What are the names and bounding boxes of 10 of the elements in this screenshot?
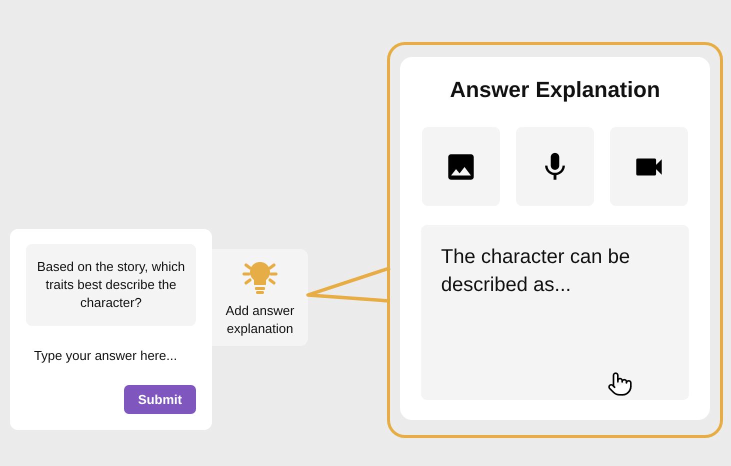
panel-title: Answer Explanation [450, 77, 660, 103]
add-explanation-button[interactable]: Add answer explanation [212, 249, 308, 346]
image-upload-button[interactable] [422, 127, 500, 206]
hand-pointer-icon [607, 371, 633, 397]
explanation-field[interactable]: The character can be described as... [421, 225, 689, 400]
submit-button[interactable]: Submit [124, 385, 196, 414]
video-upload-button[interactable] [610, 127, 688, 206]
audio-upload-button[interactable] [516, 127, 594, 206]
answer-field[interactable]: Type your answer here... [26, 344, 212, 367]
question-prompt: Based on the story, which traits best describe the character? [26, 244, 196, 326]
